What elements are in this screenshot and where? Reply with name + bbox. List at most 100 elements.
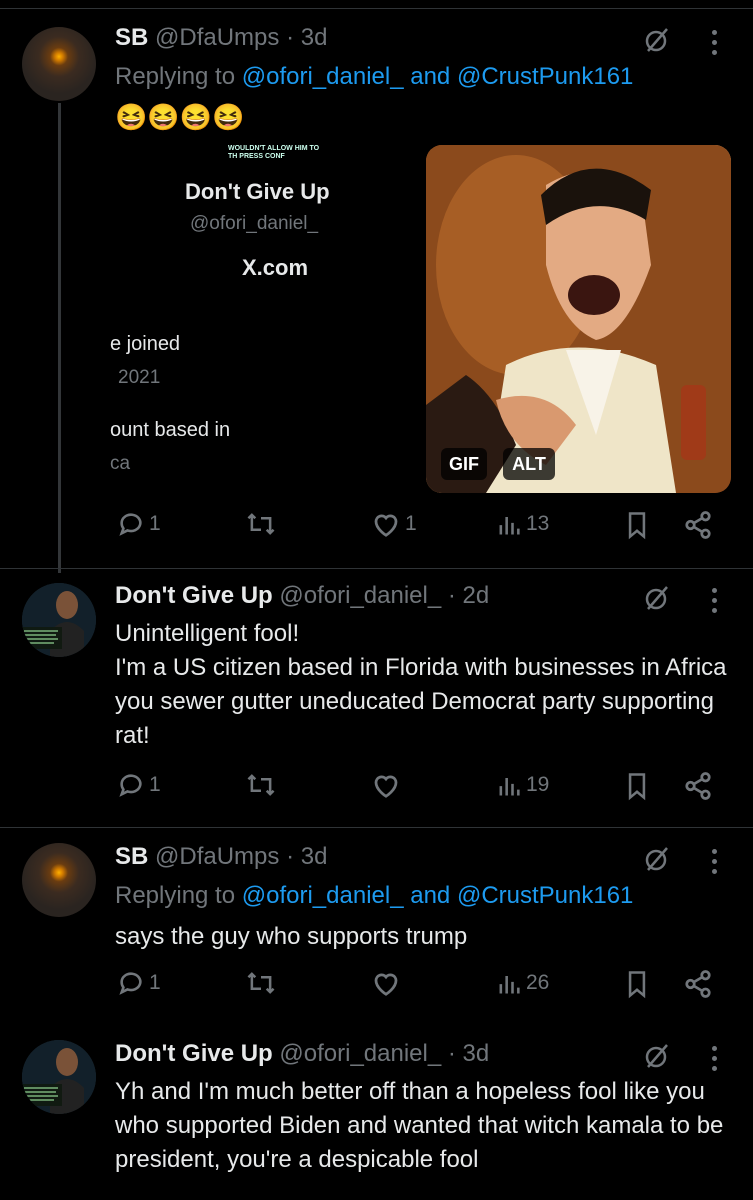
card-domain: X.com bbox=[242, 255, 309, 280]
like-icon bbox=[374, 775, 398, 798]
tweet-header: Don't Give Up @ofori_daniel_ · 2d bbox=[115, 580, 489, 612]
repost-button[interactable] bbox=[245, 771, 281, 799]
profile-card-screenshot[interactable]: WOULDN'T ALLOW HIM TO TH PRESS CONF Don'… bbox=[110, 145, 410, 490]
display-name[interactable]: Don't Give Up bbox=[115, 582, 273, 609]
more-icon[interactable] bbox=[712, 30, 720, 60]
alt-badge[interactable]: ALT bbox=[503, 448, 555, 480]
grok-icon[interactable] bbox=[642, 584, 670, 617]
share-button[interactable] bbox=[683, 771, 713, 801]
more-icon[interactable] bbox=[712, 588, 720, 618]
repost-button[interactable] bbox=[245, 510, 281, 538]
user-handle[interactable]: @ofori_daniel_ bbox=[279, 1040, 441, 1067]
grok-icon[interactable] bbox=[642, 845, 670, 878]
reply-button[interactable]: 1 bbox=[117, 510, 161, 538]
bookmark-icon bbox=[628, 971, 646, 999]
card-handle: @ofori_daniel_ bbox=[190, 213, 319, 234]
like-button[interactable] bbox=[371, 969, 405, 997]
mention-link[interactable]: @CrustPunk161 bbox=[457, 882, 633, 909]
views-icon bbox=[499, 517, 520, 535]
user-handle[interactable]: @DfaUmps bbox=[155, 24, 279, 51]
reply-count: 1 bbox=[149, 512, 161, 535]
avatar[interactable] bbox=[22, 843, 96, 917]
tweet-header: SB @DfaUmps · 3d bbox=[115, 22, 327, 54]
avatar[interactable] bbox=[22, 583, 96, 657]
timestamp[interactable]: · 3d bbox=[286, 843, 327, 870]
bookmark-icon bbox=[628, 512, 646, 540]
views-icon bbox=[499, 976, 520, 994]
reply-icon bbox=[119, 972, 142, 995]
bookmark-button[interactable] bbox=[624, 771, 650, 801]
tweet-text: Yh and I'm much better off than a hopele… bbox=[115, 1078, 724, 1173]
divider bbox=[0, 827, 753, 828]
replying-label: Replying to bbox=[115, 63, 242, 90]
reply-button[interactable]: 1 bbox=[117, 969, 161, 997]
reply-count: 1 bbox=[149, 773, 161, 796]
bookmark-button[interactable] bbox=[624, 969, 650, 999]
reply-icon bbox=[119, 774, 142, 797]
bookmark-icon bbox=[628, 773, 646, 801]
replying-to: Replying to @ofori_daniel_ and @CrustPun… bbox=[115, 880, 633, 912]
share-icon bbox=[685, 970, 711, 998]
card-year: 2021 bbox=[118, 367, 161, 388]
replying-to: Replying to @ofori_daniel_ and @CrustPun… bbox=[115, 61, 633, 93]
tweet-actions: 1 1 13 bbox=[0, 510, 753, 550]
tweet-header: SB @DfaUmps · 3d bbox=[115, 841, 327, 873]
display-name[interactable]: SB bbox=[115, 24, 148, 51]
like-count: 1 bbox=[405, 512, 417, 535]
views-button[interactable]: 26 bbox=[496, 969, 549, 997]
laughing-man-image bbox=[426, 145, 731, 493]
top-divider bbox=[0, 8, 753, 9]
user-handle[interactable]: @DfaUmps bbox=[155, 843, 279, 870]
more-icon[interactable] bbox=[712, 1046, 720, 1076]
share-icon bbox=[685, 511, 711, 539]
repost-icon bbox=[247, 513, 275, 535]
avatar[interactable] bbox=[22, 1040, 96, 1114]
reply-icon bbox=[119, 513, 142, 536]
grok-icon[interactable] bbox=[642, 1042, 670, 1075]
like-button[interactable] bbox=[371, 771, 405, 799]
like-icon bbox=[374, 514, 398, 537]
mention-conjunction: and bbox=[403, 63, 457, 90]
share-button[interactable] bbox=[683, 510, 713, 540]
reply-button[interactable]: 1 bbox=[117, 771, 161, 799]
tweet-header: Don't Give Up @ofori_daniel_ · 3d bbox=[115, 1038, 489, 1070]
views-count: 13 bbox=[526, 512, 550, 535]
views-button[interactable]: 19 bbox=[496, 771, 549, 799]
timestamp[interactable]: · 3d bbox=[448, 1040, 489, 1067]
thread-line bbox=[58, 103, 61, 573]
gif-media[interactable] bbox=[426, 145, 731, 493]
display-name[interactable]: Don't Give Up bbox=[115, 1040, 273, 1067]
repost-button[interactable] bbox=[245, 969, 281, 997]
card-location: ca bbox=[110, 453, 131, 474]
share-button[interactable] bbox=[683, 969, 713, 999]
card-based: ount based in bbox=[110, 419, 231, 441]
more-icon[interactable] bbox=[712, 849, 720, 879]
share-icon bbox=[685, 772, 711, 800]
views-count: 26 bbox=[526, 971, 550, 994]
card-joined: e joined bbox=[110, 333, 181, 355]
bookmark-button[interactable] bbox=[624, 510, 650, 540]
timestamp[interactable]: · 2d bbox=[448, 582, 489, 609]
grok-icon[interactable] bbox=[642, 26, 670, 59]
like-icon bbox=[374, 973, 398, 996]
divider bbox=[0, 568, 753, 569]
timestamp[interactable]: · 3d bbox=[286, 24, 327, 51]
tweet-text: 😆😆😆😆 bbox=[115, 102, 245, 132]
display-name[interactable]: SB bbox=[115, 843, 148, 870]
mention-link[interactable]: @ofori_daniel_ bbox=[242, 882, 404, 909]
avatar[interactable] bbox=[22, 27, 96, 101]
mention-link[interactable]: @ofori_daniel_ bbox=[242, 63, 404, 90]
mention-link[interactable]: @CrustPunk161 bbox=[457, 63, 633, 90]
tweet-text: Unintelligent fool! I'm a US citizen bas… bbox=[115, 620, 727, 749]
like-button[interactable]: 1 bbox=[371, 510, 417, 538]
views-icon bbox=[499, 778, 520, 796]
mention-conjunction: and bbox=[403, 882, 457, 909]
views-button[interactable]: 13 bbox=[496, 510, 549, 538]
tweet-actions: 1 19 bbox=[0, 771, 753, 811]
user-handle[interactable]: @ofori_daniel_ bbox=[279, 582, 441, 609]
avatar-image bbox=[22, 1040, 96, 1114]
card-name: Don't Give Up bbox=[185, 179, 330, 204]
tweet-actions: 1 26 bbox=[0, 969, 753, 1009]
gif-badge: GIF bbox=[441, 448, 487, 480]
avatar-image bbox=[22, 583, 96, 657]
